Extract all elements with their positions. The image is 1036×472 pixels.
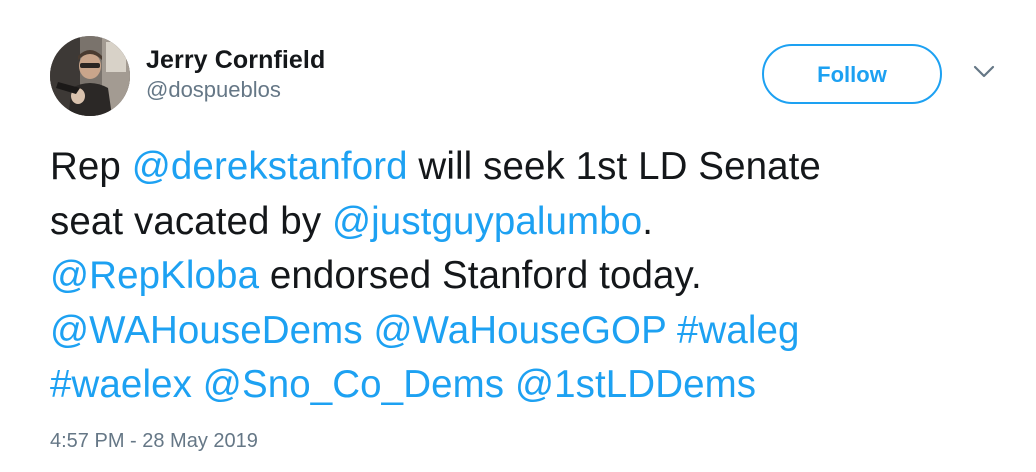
author-display-name[interactable]: Jerry Cornfield <box>146 45 325 75</box>
tweet-text-segment: endorsed Stanford today. <box>259 254 702 297</box>
mention-link[interactable]: @WAHouseDems <box>50 309 363 352</box>
tweet-card: Jerry Cornfield @dospueblos Follow Rep @… <box>0 0 1036 472</box>
author-names: Jerry Cornfield @dospueblos <box>146 45 325 104</box>
tweet-text-segment <box>504 363 515 406</box>
tweet-text-segment: will seek 1st LD Senate <box>407 145 821 188</box>
avatar[interactable] <box>50 36 130 116</box>
tweet-header: Jerry Cornfield @dospueblos Follow <box>50 36 1010 120</box>
tweet-line: Rep @derekstanford will seek 1st LD Sena… <box>50 140 1010 195</box>
chevron-down-icon[interactable] <box>970 62 998 82</box>
tweet-line: @RepKloba endorsed Stanford today. <box>50 249 1010 304</box>
mention-link[interactable]: @justguypalumbo <box>332 200 642 243</box>
tweet-timestamp[interactable]: 4:57 PM - 28 May 2019 <box>50 428 258 454</box>
tweet-line: @WAHouseDems @WaHouseGOP #waleg <box>50 304 1010 359</box>
tweet-line: seat vacated by @justguypalumbo. <box>50 195 1010 250</box>
avatar-photo <box>50 36 130 116</box>
tweet-line: #waelex @Sno_Co_Dems @1stLDDems <box>50 358 1010 413</box>
tweet-text-segment: Rep <box>50 145 132 188</box>
mention-link[interactable]: @Sno_Co_Dems <box>203 363 504 406</box>
mention-link[interactable]: @1stLDDems <box>515 363 756 406</box>
tweet-text-segment: seat vacated by <box>50 199 332 243</box>
mention-link[interactable]: @WaHouseGOP <box>374 309 667 352</box>
mention-link[interactable]: @RepKloba <box>50 254 259 297</box>
hashtag-link[interactable]: #waleg <box>677 309 800 352</box>
author-handle[interactable]: @dospueblos <box>146 76 325 104</box>
tweet-text: Rep @derekstanford will seek 1st LD Sena… <box>50 140 1010 413</box>
tweet-text-segment <box>363 309 374 352</box>
follow-button[interactable]: Follow <box>762 44 942 104</box>
mention-link[interactable]: @derekstanford <box>132 145 408 188</box>
tweet-text-segment <box>666 309 677 352</box>
tweet-text-segment <box>192 363 203 406</box>
tweet-text-segment: . <box>642 199 654 243</box>
hashtag-link[interactable]: #waelex <box>50 363 192 406</box>
